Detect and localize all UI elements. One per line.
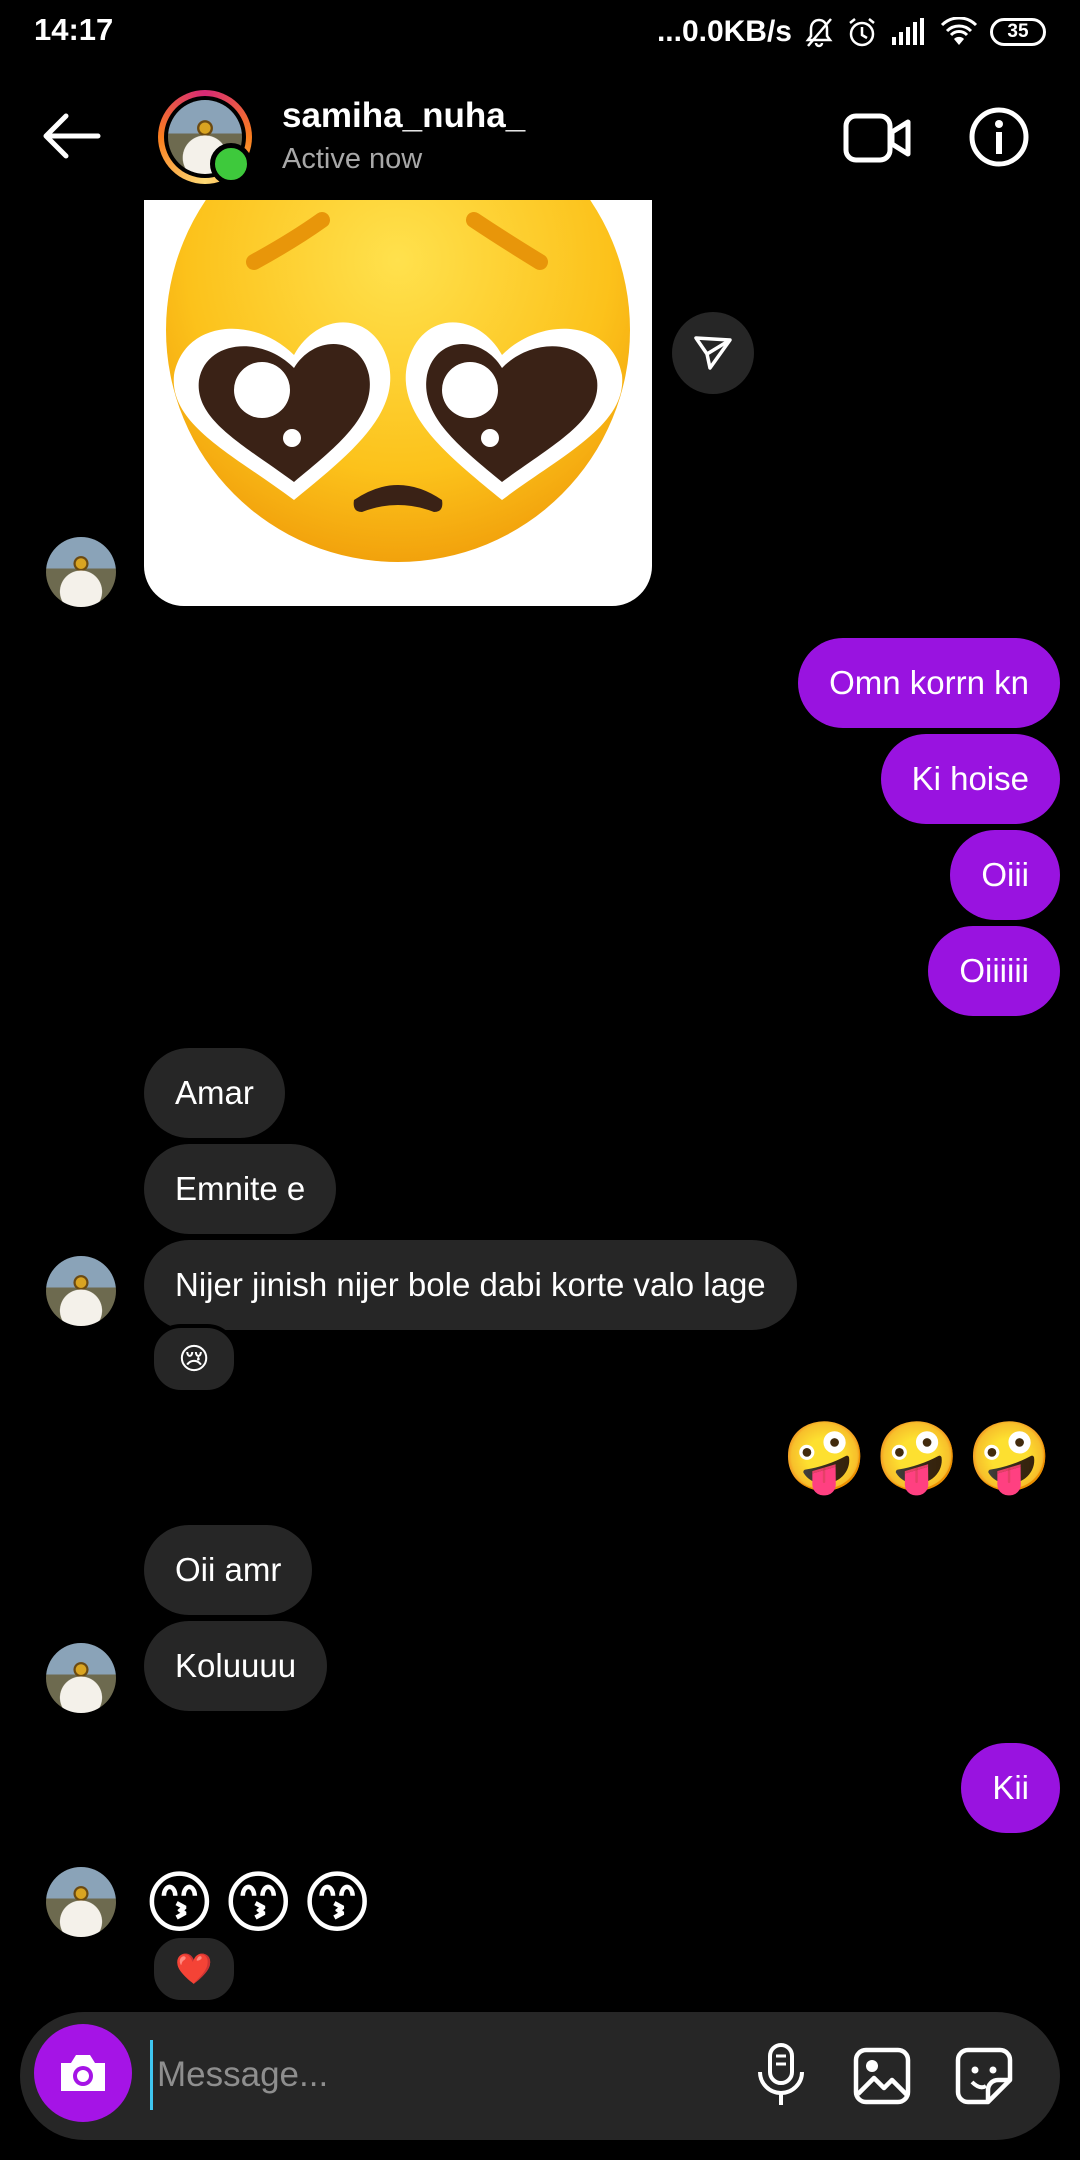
- received-message[interactable]: Amar: [144, 1048, 285, 1138]
- chat-username[interactable]: samiha_nuha_: [282, 96, 525, 136]
- arrow-left-icon: [43, 113, 101, 159]
- message-reaction[interactable]: ❤️: [150, 1934, 238, 2004]
- battery-indicator: 35: [990, 18, 1046, 46]
- camera-icon: [61, 2055, 105, 2091]
- share-message-button[interactable]: [672, 312, 754, 394]
- wifi-icon: [940, 17, 978, 45]
- camera-button[interactable]: [34, 2024, 132, 2122]
- online-indicator: [210, 143, 252, 185]
- info-icon: [969, 107, 1029, 167]
- network-speed: ...0.0KB/s: [656, 15, 792, 48]
- received-message[interactable]: Koluuuu: [144, 1621, 328, 1711]
- sent-message[interactable]: Oiii: [950, 830, 1060, 920]
- sent-emoji-message[interactable]: 🤪🤪🤪: [782, 1412, 1060, 1502]
- alarm-icon: [849, 18, 875, 47]
- send-icon: [694, 336, 732, 370]
- mute-bell-icon: [805, 18, 833, 48]
- sent-message[interactable]: Oiiiiii: [928, 926, 1060, 1016]
- status-time: 14:17: [34, 12, 114, 47]
- sender-avatar[interactable]: [46, 1643, 116, 1713]
- sent-message[interactable]: Ki hoise: [880, 734, 1060, 824]
- video-call-button[interactable]: [842, 108, 912, 168]
- received-message[interactable]: Emnite e: [144, 1144, 337, 1234]
- status-icons: ...0.0KB/s 35: [657, 12, 1046, 52]
- sender-avatar[interactable]: [46, 537, 116, 607]
- message-input[interactable]: [150, 2040, 710, 2110]
- sticker-icon: [955, 2047, 1013, 2105]
- image-icon: [853, 2047, 911, 2105]
- back-button[interactable]: [38, 108, 108, 164]
- sent-message[interactable]: Kii: [961, 1743, 1060, 1833]
- conversation-info-button[interactable]: [968, 106, 1030, 168]
- message-reaction[interactable]: 😢: [150, 1324, 238, 1394]
- active-status: Active now: [282, 143, 423, 175]
- sent-message[interactable]: Omn korrn kn: [798, 638, 1060, 728]
- received-message[interactable]: Nijer jinish nijer bole dabi korte valo …: [144, 1240, 797, 1330]
- received-message[interactable]: Oii amr: [144, 1525, 313, 1615]
- video-camera-icon: [843, 113, 911, 163]
- microphone-icon: [758, 2043, 804, 2105]
- gallery-button[interactable]: [852, 2046, 912, 2106]
- sticker-image-message[interactable]: [144, 200, 652, 606]
- pleading-face-emoji: [166, 200, 630, 562]
- sticker-button[interactable]: [954, 2046, 1014, 2106]
- sender-avatar[interactable]: [46, 1256, 116, 1326]
- voice-message-button[interactable]: [754, 2042, 808, 2108]
- sender-avatar[interactable]: [46, 1867, 116, 1937]
- signal-icon: [892, 18, 924, 45]
